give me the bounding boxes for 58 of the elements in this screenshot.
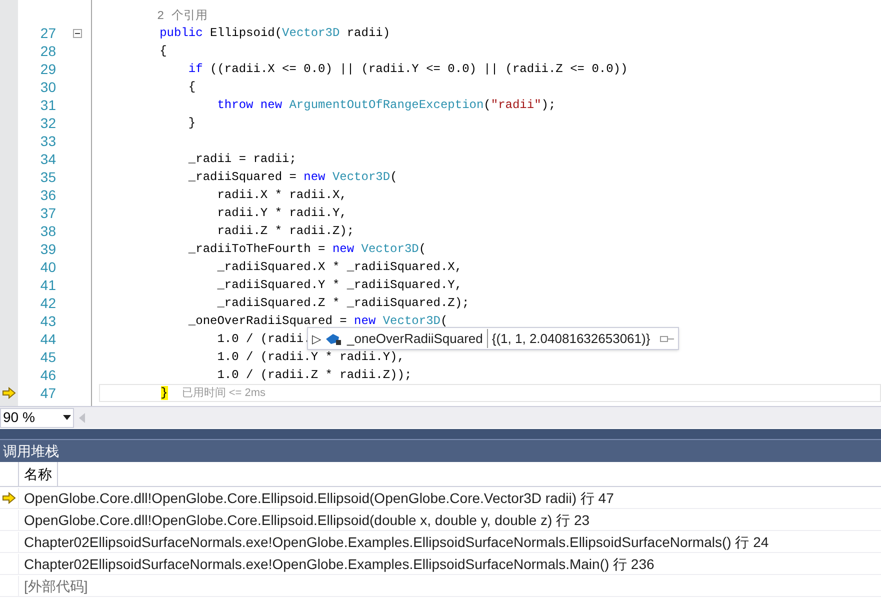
line-number: 44: [39, 330, 56, 348]
code-line: _radiiSquared = new Vector3D(: [187, 170, 398, 184]
code-line: _radiiSquared.Z * _radiiSquared.Z);: [216, 296, 470, 310]
code-line: public Ellipsoid(Vector3D radii): [158, 26, 390, 40]
line-number: 36: [39, 186, 56, 204]
column-header[interactable]: 名称: [19, 462, 58, 486]
field-lock-icon: [325, 332, 343, 346]
line-number: 28: [39, 42, 56, 60]
line-number: 32: [39, 114, 56, 132]
line-number: 30: [39, 78, 56, 96]
line-number: 35: [39, 168, 56, 186]
line-number: 41: [39, 276, 56, 294]
code-line: _radii = radii;: [187, 152, 296, 166]
code-line: _radiiSquared.Y * _radiiSquared.Y,: [216, 278, 462, 292]
line-number: 46: [39, 366, 56, 384]
code-line: radii.X * radii.X,: [216, 188, 347, 202]
code-line: _radiiSquared.X * _radiiSquared.X,: [216, 260, 462, 274]
line-number: 34: [39, 150, 56, 168]
line-number: 31: [39, 96, 56, 114]
code-line: 1.0 / (radii.Y * radii.Y),: [216, 350, 404, 364]
code-line: 1.0 / (radii.: [216, 332, 311, 346]
code-line: 1.0 / (radii.Z * radii.Z));: [216, 368, 412, 382]
line-number: 33: [39, 132, 56, 150]
variable-value[interactable]: {(1, 1, 2.04081632653061)}: [492, 328, 650, 348]
line-number: 29: [39, 60, 56, 78]
stack-frame[interactable]: OpenGlobe.Core.dll!OpenGlobe.Core.Ellipsoid.Ellipsoid(double x, double y, double z) 行 23: [19, 510, 590, 530]
line-number: 47: [39, 384, 56, 402]
code-line: }: [187, 116, 196, 130]
line-number: 43: [39, 312, 56, 330]
expand-icon[interactable]: ▷: [312, 330, 321, 348]
code-line: {: [158, 44, 167, 58]
elapsed-time-hint: 已用时间 <= 2ms: [182, 386, 266, 401]
collapse-icon[interactable]: [73, 28, 82, 38]
line-number: 39: [39, 240, 56, 258]
variable-name: _oneOverRadiiSquared: [347, 328, 488, 348]
pin-icon[interactable]: [660, 334, 674, 342]
line-number: 40: [39, 258, 56, 276]
code-line: throw new ArgumentOutOfRangeException("radii");: [216, 98, 556, 112]
stack-frame[interactable]: OpenGlobe.Core.dll!OpenGlobe.Core.Ellipsoid.Ellipsoid(OpenGlobe.Core.Vector3D radii) 行 47: [19, 488, 614, 508]
code-line: {: [187, 80, 196, 94]
scroll-left-icon[interactable]: [79, 412, 85, 422]
line-number: 38: [39, 222, 56, 240]
code-line: radii.Y * radii.Y,: [216, 206, 347, 220]
dropdown-caret-icon: [63, 415, 71, 420]
zoom-dropdown[interactable]: 90 %: [0, 408, 74, 428]
stack-frame[interactable]: Chapter02EllipsoidSurfaceNormals.exe!OpenGlobe.Examples.EllipsoidSurfaceNormals.Main() 行 236: [19, 554, 654, 574]
line-number: 42: [39, 294, 56, 312]
panel-title: 调用堆栈: [0, 439, 881, 462]
line-number: 45: [39, 348, 56, 366]
stack-frame[interactable]: [外部代码]: [19, 576, 88, 596]
stack-frame[interactable]: Chapter02EllipsoidSurfaceNormals.exe!OpenGlobe.Examples.EllipsoidSurfaceNormals.EllipsoidSurfaceNormals() 行 24: [19, 532, 769, 552]
line-number: 27: [39, 24, 56, 42]
reference-count[interactable]: 2 个引用: [157, 10, 208, 22]
code-line: _oneOverRadiiSquared = new Vector3D(: [187, 314, 448, 328]
code-line: if ((radii.X <= 0.0) || (radii.Y <= 0.0) || (radii.Z <= 0.0)): [187, 62, 628, 76]
line-number: 37: [39, 204, 56, 222]
code-line: _radiiToTheFourth = new Vector3D(: [187, 242, 426, 256]
code-line: radii.Z * radii.Z);: [216, 224, 354, 238]
